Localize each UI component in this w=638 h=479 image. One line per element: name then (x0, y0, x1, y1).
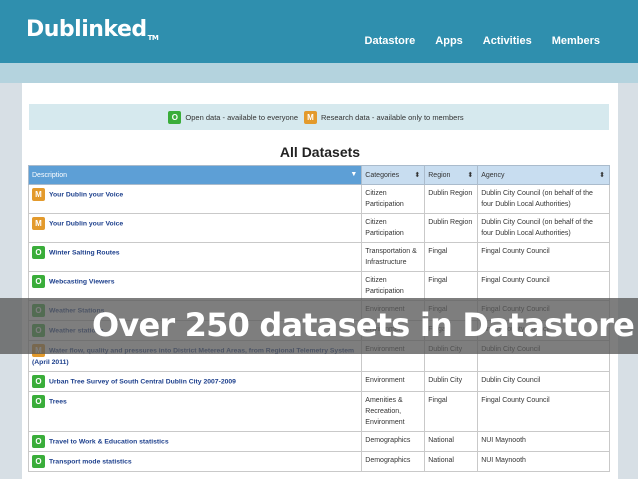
column-header-categories[interactable]: Categories ⬍ (361, 165, 426, 185)
dataset-description-cell: O Urban Tree Survey of South Central Dubl… (27, 371, 363, 392)
region-cell: National (424, 431, 479, 452)
dataset-link[interactable]: Urban Tree Survey of South Central Dubli… (49, 378, 236, 385)
header-band (0, 63, 638, 83)
legend-research: M Research data - available only to memb… (304, 110, 464, 124)
legend-research-text: Research data - available only to member… (321, 112, 464, 122)
caption-overlay: Over 250 datasets in Datastore (0, 298, 638, 354)
sort-desc-icon: ▼ (350, 171, 358, 178)
column-header-region[interactable]: Region ⬍ (424, 165, 479, 185)
region-cell: Dublin Region (424, 213, 479, 243)
dataset-link[interactable]: Travel to Work & Education statistics (49, 438, 169, 445)
main-nav: Datastore Apps Activities Members (365, 35, 600, 47)
agency-cell: NUI Maynooth (477, 431, 610, 452)
region-cell: Fingal (424, 391, 479, 432)
table-row[interactable]: M Your Dublin your Voice Citizen Participa… (27, 213, 610, 243)
category-cell: Citizen Participation (361, 213, 426, 243)
open-data-icon: O (32, 455, 45, 468)
research-data-icon: M (32, 188, 45, 201)
open-data-icon: O (168, 110, 182, 124)
open-data-icon: O (32, 435, 45, 448)
sort-icon: ⬍ (599, 172, 605, 179)
category-cell: Environment (361, 371, 426, 392)
table-row[interactable]: O Urban Tree Survey of South Central Dubl… (27, 371, 610, 392)
main-content: O Open data - available to everyone M Re… (22, 83, 618, 479)
open-data-icon: O (32, 246, 45, 259)
dataset-link[interactable]: Your Dublin your Voice (49, 220, 123, 227)
open-data-icon: O (32, 275, 45, 288)
nav-apps[interactable]: Apps (435, 35, 463, 47)
dataset-description-cell: O Trees (27, 391, 363, 432)
data-type-legend: O Open data - available to everyone M Re… (29, 104, 609, 130)
agency-cell: Dublin City Council (on behalf of the fo… (477, 213, 610, 243)
logo-trademark: TM (147, 34, 159, 42)
research-data-icon: M (304, 110, 317, 124)
dataset-link[interactable]: Webcasting Viewers (49, 278, 114, 285)
agency-cell: Dublin City Council (477, 371, 610, 392)
table-row[interactable]: O Trees Amenities & Recreation, Environmen… (27, 391, 610, 432)
dataset-description-cell: O Webcasting Viewers (27, 271, 363, 301)
dataset-description-cell: O Winter Salting Routes (27, 242, 363, 272)
table-row[interactable]: O Transport mode statistics Demographics Na… (27, 451, 610, 472)
agency-cell: Dublin City Council (on behalf of the fo… (477, 184, 610, 214)
category-cell: Demographics (361, 451, 426, 472)
region-cell: Fingal (424, 271, 479, 301)
column-header-agency[interactable]: Agency ⬍ (477, 165, 610, 185)
agency-cell: NUI Maynooth (477, 451, 610, 472)
nav-datastore[interactable]: Datastore (365, 35, 416, 47)
legend-open-text: Open data - available to everyone (185, 112, 298, 122)
dataset-description-cell: O Travel to Work & Education statistics (27, 431, 363, 452)
nav-members[interactable]: Members (552, 35, 600, 47)
agency-cell: Fingal County Council (477, 271, 610, 301)
agency-cell: Fingal County Council (477, 242, 610, 272)
dataset-link[interactable]: Your Dublin your Voice (49, 191, 123, 198)
table-row[interactable]: O Travel to Work & Education statistics De… (27, 431, 610, 452)
table-row[interactable]: O Webcasting Viewers Citizen Participation… (27, 271, 610, 301)
top-navigation-bar: DublinkedTM Datastore Apps Activities Me… (0, 0, 638, 63)
dataset-link[interactable]: Winter Salting Routes (49, 249, 120, 256)
open-data-icon: O (32, 375, 45, 388)
column-header-description[interactable]: Description ▼ (27, 165, 363, 185)
table-row[interactable]: O Winter Salting Routes Transportation & I… (27, 242, 610, 272)
table-header-row: Description ▼ Categories ⬍ Region ⬍ Agency ⬍ (27, 165, 610, 185)
dataset-description-cell: O Transport mode statistics (27, 451, 363, 472)
legend-open: O Open data - available to everyone (168, 110, 298, 124)
research-data-icon: M (32, 217, 45, 230)
nav-activities[interactable]: Activities (483, 35, 532, 47)
region-cell: Dublin Region (424, 184, 479, 214)
dublinked-logo[interactable]: DublinkedTM (26, 17, 159, 42)
region-cell: National (424, 451, 479, 472)
category-cell: Citizen Participation (361, 184, 426, 214)
region-cell: Dublin City (424, 371, 479, 392)
dataset-description-cell: M Your Dublin your Voice (27, 184, 363, 214)
dataset-link[interactable]: Trees (49, 398, 67, 405)
region-cell: Fingal (424, 242, 479, 272)
category-cell: Transportation & Infrastructure (361, 242, 426, 272)
caption-text: Over 250 datasets in Datastore (91, 306, 635, 344)
logo-text: Dublinked (26, 17, 147, 42)
sort-icon: ⬍ (414, 172, 421, 179)
open-data-icon: O (32, 395, 45, 408)
table-row[interactable]: M Your Dublin your Voice Citizen Participa… (27, 184, 610, 214)
category-cell: Citizen Participation (361, 271, 426, 301)
category-cell: Demographics (361, 431, 426, 452)
category-cell: Amenities & Recreation, Environment (361, 391, 426, 432)
agency-cell: Fingal County Council (477, 391, 610, 432)
dataset-description-cell: M Your Dublin your Voice (27, 213, 363, 243)
dataset-link[interactable]: Transport mode statistics (49, 458, 132, 465)
sort-icon: ⬍ (467, 172, 474, 179)
page-title: All Datasets (279, 144, 361, 160)
